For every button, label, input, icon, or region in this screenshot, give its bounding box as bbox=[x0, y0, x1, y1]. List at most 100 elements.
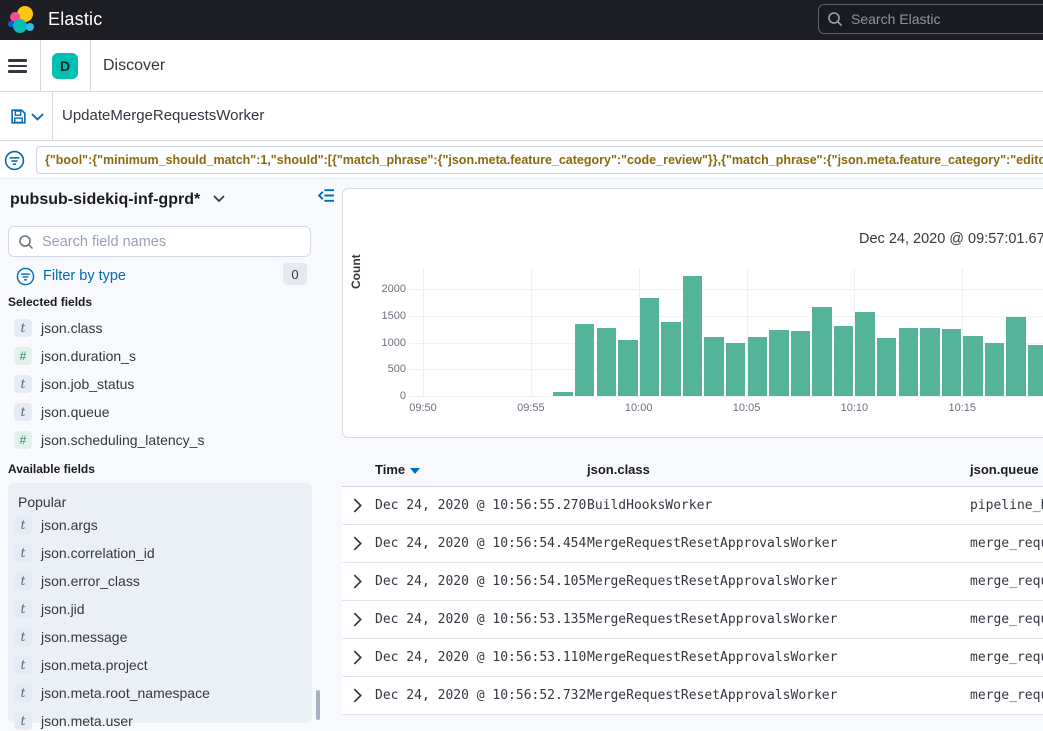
grid-line bbox=[531, 269, 532, 396]
field-item-json.queue[interactable]: tjson.queue bbox=[14, 402, 110, 422]
histogram-bar[interactable] bbox=[812, 307, 831, 396]
field-search-input[interactable]: Search field names bbox=[8, 226, 311, 257]
x-axis-tick-label: 10:05 bbox=[717, 402, 777, 414]
field-item-json.jid[interactable]: tjson.jid bbox=[14, 599, 85, 619]
table-header-row: Time json.class json.queue bbox=[342, 455, 1043, 487]
histogram-bar[interactable] bbox=[920, 328, 939, 396]
field-search-placeholder: Search field names bbox=[42, 234, 166, 250]
global-search-placeholder: Search Elastic bbox=[851, 11, 940, 27]
menu-icon[interactable] bbox=[8, 59, 27, 73]
field-item-json.duration_s[interactable]: #json.duration_s bbox=[14, 346, 136, 366]
string-field-icon: t bbox=[14, 684, 32, 702]
table-row: Dec 24, 2020 @ 10:56:55.270BuildHooksWor… bbox=[342, 487, 1043, 525]
field-name: json.queue bbox=[41, 404, 110, 420]
discover-app-badge[interactable]: D bbox=[52, 53, 78, 79]
histogram-bar[interactable] bbox=[1028, 345, 1043, 396]
field-name: json.class bbox=[41, 320, 102, 336]
field-item-json.correlation_id[interactable]: tjson.correlation_id bbox=[14, 543, 155, 563]
string-field-icon: t bbox=[14, 516, 32, 534]
histogram-panel: Dec 24, 2020 @ 09:57:01.67 Count 0500100… bbox=[342, 188, 1043, 438]
query-input[interactable]: UpdateMergeRequestsWorker bbox=[62, 107, 264, 124]
save-query-button[interactable] bbox=[10, 108, 27, 125]
histogram-bar[interactable] bbox=[877, 338, 896, 396]
grid-line bbox=[409, 316, 1043, 317]
saved-query-menu-chevron-down-icon[interactable] bbox=[31, 113, 44, 121]
field-name: json.duration_s bbox=[41, 348, 136, 364]
expand-row-chevron-icon[interactable] bbox=[352, 612, 363, 627]
field-item-json.error_class[interactable]: tjson.error_class bbox=[14, 571, 140, 591]
histogram-bar[interactable] bbox=[791, 331, 810, 396]
x-axis-tick-label: 09:55 bbox=[501, 402, 561, 414]
discover-sidebar: pubsub-sidekiq-inf-gprd* Search field na… bbox=[0, 179, 340, 720]
histogram-bar[interactable] bbox=[1006, 317, 1025, 396]
query-dsl-filter-pill[interactable]: {"bool":{"minimum_should_match":1,"shoul… bbox=[36, 146, 1043, 174]
filter-bar: {"bool":{"minimum_should_match":1,"shoul… bbox=[0, 141, 1043, 179]
histogram-bar[interactable] bbox=[575, 324, 594, 396]
field-item-json.meta.project[interactable]: tjson.meta.project bbox=[14, 655, 148, 675]
field-item-json.scheduling_latency_s[interactable]: #json.scheduling_latency_s bbox=[14, 430, 204, 450]
column-header-json-queue[interactable]: json.queue bbox=[970, 462, 1039, 477]
column-header-json-class[interactable]: json.class bbox=[587, 462, 650, 477]
cell-json-queue: merge_reque bbox=[970, 688, 1043, 703]
histogram-bar[interactable] bbox=[855, 312, 874, 396]
histogram-bar[interactable] bbox=[597, 328, 616, 396]
field-item-json.job_status[interactable]: tjson.job_status bbox=[14, 374, 134, 394]
sort-descending-icon bbox=[410, 468, 420, 474]
filter-count-badge: 0 bbox=[283, 263, 307, 285]
histogram-bar[interactable] bbox=[704, 337, 723, 396]
breadcrumb[interactable]: Discover bbox=[103, 57, 165, 75]
divider bbox=[52, 92, 53, 140]
available-fields-heading: Available fields bbox=[8, 462, 95, 476]
histogram-bar[interactable] bbox=[769, 330, 788, 396]
number-field-icon: # bbox=[14, 431, 32, 449]
expand-row-chevron-icon[interactable] bbox=[352, 688, 363, 703]
cell-time: Dec 24, 2020 @ 10:56:52.732 bbox=[375, 688, 586, 703]
divider bbox=[40, 40, 41, 92]
histogram-bar[interactable] bbox=[899, 328, 918, 396]
field-item-json.meta.user[interactable]: tjson.meta.user bbox=[14, 711, 133, 731]
cell-json-class: MergeRequestResetApprovalsWorker bbox=[587, 612, 837, 627]
field-item-json.meta.root_namespace[interactable]: tjson.meta.root_namespace bbox=[14, 683, 210, 703]
field-item-json.message[interactable]: tjson.message bbox=[14, 627, 127, 647]
histogram-bar[interactable] bbox=[640, 298, 659, 396]
field-name: json.job_status bbox=[41, 376, 134, 392]
x-axis-tick-label: 10:10 bbox=[824, 402, 884, 414]
histogram-bar[interactable] bbox=[834, 326, 853, 396]
histogram-bar[interactable] bbox=[618, 340, 637, 396]
global-search-input[interactable]: Search Elastic bbox=[818, 4, 1043, 34]
field-item-json.args[interactable]: tjson.args bbox=[14, 515, 98, 535]
string-field-icon: t bbox=[14, 600, 32, 618]
histogram-bar[interactable] bbox=[963, 336, 982, 396]
index-pattern-selector[interactable]: pubsub-sidekiq-inf-gprd* bbox=[10, 191, 225, 209]
breadcrumb-bar: D Discover bbox=[0, 40, 1043, 92]
cell-json-queue: pipeline_ho bbox=[970, 498, 1043, 513]
grid-line bbox=[409, 396, 1043, 397]
documents-table: Time json.class json.queue Dec 24, 2020 @ … bbox=[342, 455, 1043, 715]
histogram-bar[interactable] bbox=[726, 343, 745, 397]
x-axis-tick-label: 10:15 bbox=[932, 402, 992, 414]
histogram-bar[interactable] bbox=[985, 343, 1004, 396]
cell-json-queue: merge_reque bbox=[970, 650, 1043, 665]
elastic-logo-icon[interactable] bbox=[6, 4, 38, 36]
cell-json-class: MergeRequestResetApprovalsWorker bbox=[587, 536, 837, 551]
cell-json-queue: merge_reque bbox=[970, 536, 1043, 551]
expand-row-chevron-icon[interactable] bbox=[352, 498, 363, 513]
histogram-bar[interactable] bbox=[942, 329, 961, 396]
sidebar-scrollbar[interactable] bbox=[316, 690, 320, 720]
expand-row-chevron-icon[interactable] bbox=[352, 574, 363, 589]
column-header-time[interactable]: Time bbox=[375, 462, 420, 477]
field-name: json.message bbox=[41, 629, 127, 645]
expand-row-chevron-icon[interactable] bbox=[352, 650, 363, 665]
filter-by-type-button[interactable]: Filter by type bbox=[16, 265, 126, 287]
field-item-json.class[interactable]: tjson.class bbox=[14, 318, 102, 338]
histogram-bar[interactable] bbox=[748, 337, 767, 396]
filter-menu-icon[interactable] bbox=[4, 150, 25, 171]
histogram-bar[interactable] bbox=[683, 276, 702, 396]
collapse-sidebar-icon[interactable] bbox=[318, 188, 335, 203]
histogram-bar[interactable] bbox=[661, 322, 680, 396]
cell-json-class: MergeRequestResetApprovalsWorker bbox=[587, 574, 837, 589]
histogram-bar[interactable] bbox=[553, 392, 572, 396]
y-axis-tick-label: 1000 bbox=[371, 337, 406, 349]
expand-row-chevron-icon[interactable] bbox=[352, 536, 363, 551]
cell-json-queue: merge_reque bbox=[970, 574, 1043, 589]
